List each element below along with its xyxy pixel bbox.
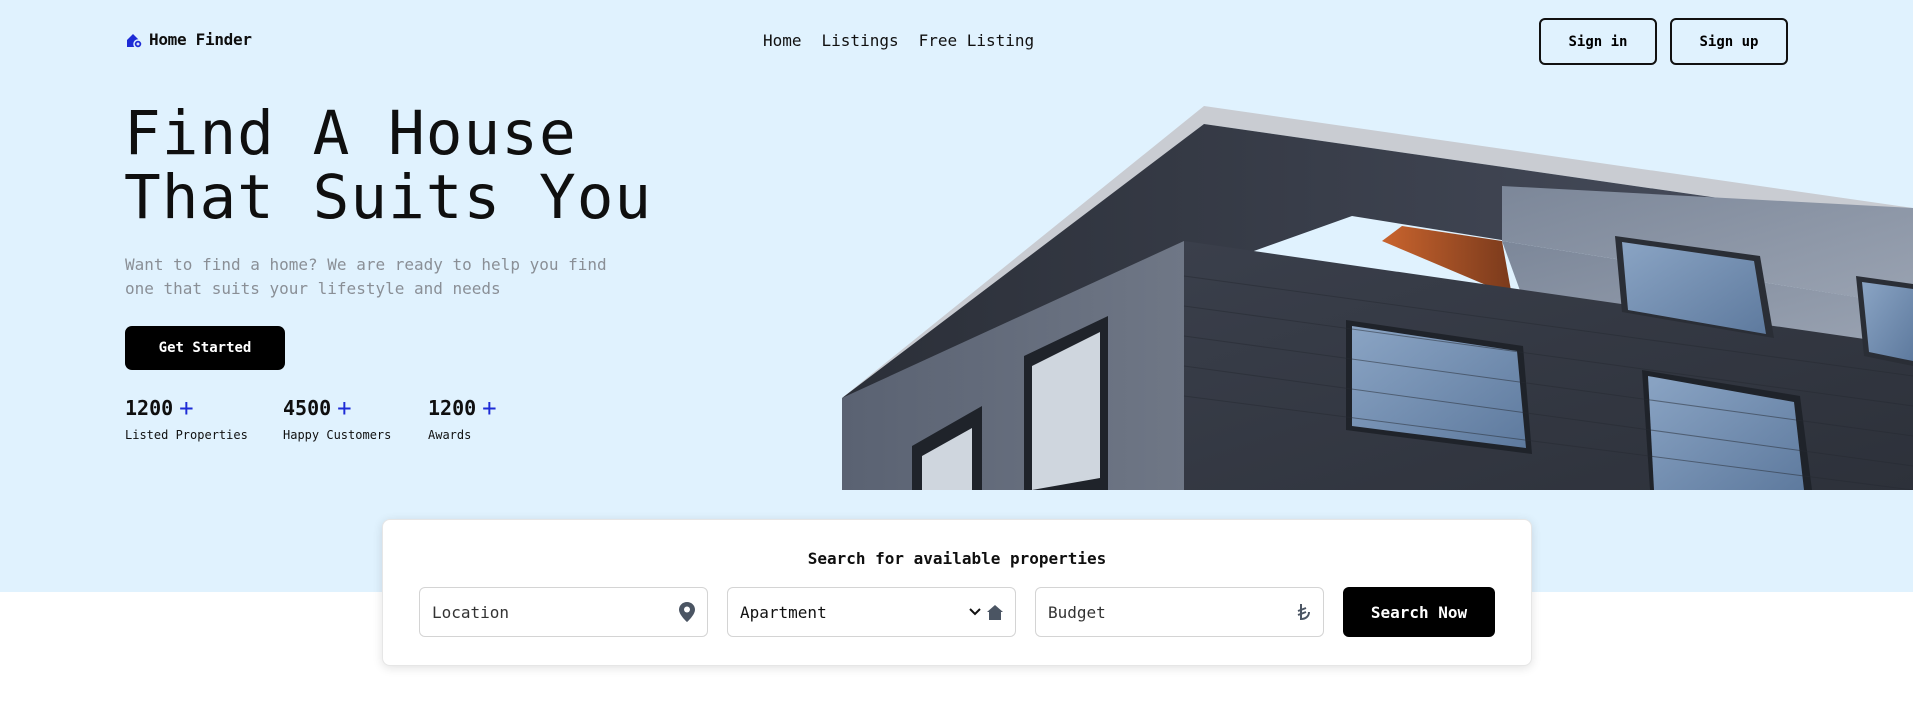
- map-pin-icon: [679, 602, 695, 622]
- hero-subtitle: Want to find a home? We are ready to hel…: [125, 253, 645, 301]
- lira-icon: [1297, 603, 1311, 621]
- search-now-button[interactable]: Search Now: [1343, 587, 1495, 637]
- property-type-value: Apartment: [740, 602, 827, 622]
- stat-value: 1200: [428, 396, 477, 420]
- hero-title-line-2: That Suits You: [124, 162, 653, 233]
- plus-icon: +: [482, 394, 497, 422]
- hero-title-line-1: Find A House: [124, 98, 577, 169]
- plus-icon: +: [337, 394, 352, 422]
- hero-title: Find A House That Suits You: [124, 102, 684, 230]
- budget-input[interactable]: [1048, 602, 1291, 622]
- brand-name: Home Finder: [149, 30, 252, 49]
- search-card-title: Search for available properties: [807, 549, 1107, 568]
- search-card: Search for available properties Apartmen…: [382, 519, 1532, 666]
- sign-up-button[interactable]: Sign up: [1670, 18, 1788, 65]
- home-icon: [987, 604, 1003, 620]
- stat-label: Awards: [428, 428, 472, 442]
- get-started-button[interactable]: Get Started: [125, 326, 285, 370]
- sign-in-button[interactable]: Sign in: [1539, 18, 1657, 65]
- stat-awards: 1200 + Awards: [428, 396, 497, 442]
- stat-value: 4500: [283, 396, 332, 420]
- property-type-select[interactable]: Apartment: [727, 587, 1016, 637]
- stat-listed-properties: 1200 + Listed Properties: [125, 396, 248, 442]
- hero-subtitle-line-2: one that suits your lifestyle and needs: [125, 279, 501, 298]
- nav-free-listing[interactable]: Free Listing: [919, 31, 1035, 50]
- location-input[interactable]: [432, 602, 673, 622]
- nav-listings[interactable]: Listings: [822, 31, 899, 50]
- stat-value: 1200: [125, 396, 174, 420]
- chevron-down-icon: [969, 608, 981, 616]
- location-field[interactable]: [419, 587, 708, 637]
- brand[interactable]: Home Finder: [125, 30, 252, 49]
- stat-label: Listed Properties: [125, 428, 248, 442]
- house-icon: [127, 33, 143, 49]
- stat-label: Happy Customers: [283, 428, 392, 442]
- stat-happy-customers: 4500 + Happy Customers: [283, 396, 391, 442]
- budget-field[interactable]: [1035, 587, 1324, 637]
- main-nav: Home Listings Free Listing: [763, 31, 1034, 50]
- nav-home[interactable]: Home: [763, 31, 802, 50]
- hero-subtitle-line-1: Want to find a home? We are ready to hel…: [125, 255, 607, 274]
- plus-icon: +: [179, 394, 194, 422]
- hero-building-image: [842, 106, 1913, 490]
